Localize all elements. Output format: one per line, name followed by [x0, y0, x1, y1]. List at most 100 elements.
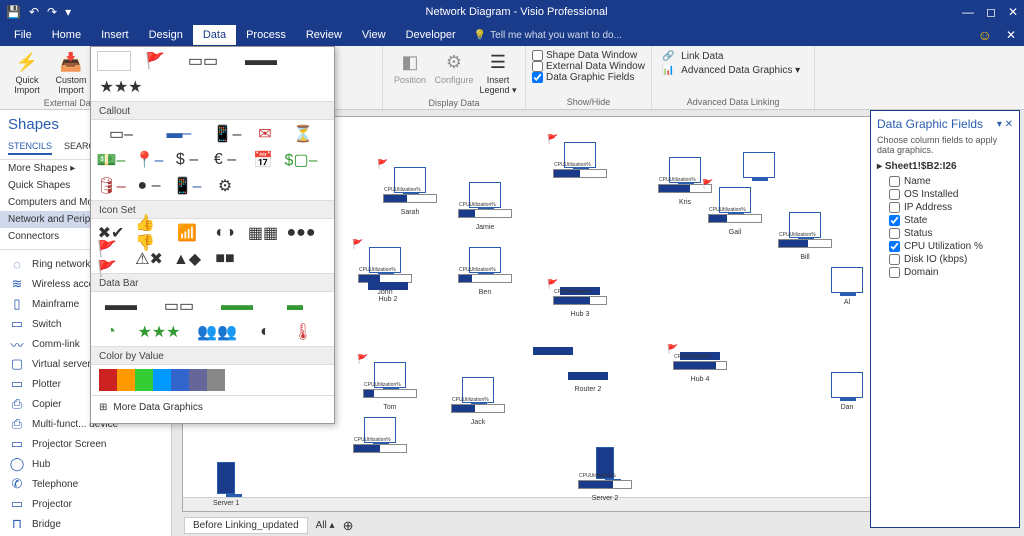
more-data-graphics[interactable]: ⊞More Data Graphics [91, 395, 334, 419]
dgf-field[interactable]: OS Installed [877, 188, 1013, 201]
gallery-item[interactable]: ● – [135, 176, 163, 196]
save-icon[interactable]: 💾 [6, 5, 21, 19]
custom-import-button[interactable]: 📥Custom Import [50, 48, 92, 96]
maximize-icon[interactable]: ◻ [986, 5, 996, 19]
gallery-item[interactable]: ★★★ [135, 322, 183, 342]
check-shape-data[interactable]: Shape Data Window [532, 50, 645, 61]
redo-icon[interactable]: ↷ [47, 5, 57, 19]
gallery-item[interactable]: ★★★ [97, 77, 145, 97]
shape-item[interactable]: ▭Projector [0, 494, 171, 514]
network-node[interactable]: CPUUtilization%Jamie [458, 182, 512, 231]
gallery-item[interactable]: $ – [173, 150, 201, 170]
ribbon-close-icon[interactable]: ✕ [1006, 28, 1016, 42]
gallery-item[interactable]: 📅 [249, 150, 277, 170]
gallery-item[interactable]: ⚠✖ [135, 249, 163, 269]
position-button[interactable]: ◧Position [389, 48, 431, 86]
gallery-item[interactable]: ▦▦ [249, 223, 277, 243]
gallery-item[interactable]: ⚙ [211, 176, 239, 196]
gallery-item[interactable]: 📍– [135, 150, 163, 170]
gallery-item[interactable]: 📱– [173, 176, 201, 196]
gallery-item[interactable]: ▬▬ [237, 51, 285, 71]
shape-item[interactable]: ✆Telephone [0, 474, 171, 494]
gallery-item[interactable]: ⏳ [289, 124, 317, 144]
tab-home[interactable]: Home [42, 25, 91, 45]
gallery-item[interactable]: ●●● [287, 223, 315, 243]
network-node[interactable]: CPUUtilization%Jack [451, 377, 505, 426]
panel-close-icon[interactable]: ▾ ✕ [997, 119, 1013, 130]
gallery-item[interactable]: 👍👎 [135, 223, 163, 243]
gallery-item[interactable]: ✉ [251, 124, 279, 144]
gallery-item[interactable]: ◔ [97, 322, 125, 342]
network-node[interactable]: Dan [831, 372, 863, 411]
gallery-item[interactable]: € – [211, 150, 239, 170]
gallery-item[interactable]: ▭– [97, 124, 145, 144]
network-node[interactable]: Server 1 [213, 462, 239, 507]
gallery-item[interactable]: 🚩 [141, 51, 169, 71]
check-data-graphic-fields[interactable]: Data Graphic Fields [532, 72, 645, 83]
color-swatch[interactable] [189, 369, 207, 391]
gallery-item[interactable]: ▲◆ [173, 249, 201, 269]
gallery-item[interactable] [97, 51, 131, 71]
page-all[interactable]: All ▴ [316, 520, 335, 531]
gallery-item[interactable]: $▢– [287, 150, 315, 170]
color-swatch[interactable] [171, 369, 189, 391]
gallery-item[interactable]: ◐ [251, 322, 279, 342]
undo-icon[interactable]: ↶ [29, 5, 39, 19]
gallery-item[interactable]: ▬▬ [97, 296, 145, 316]
color-swatch[interactable] [135, 369, 153, 391]
network-node[interactable]: CPUUtilization%Bill [778, 212, 832, 261]
color-swatch[interactable] [207, 369, 225, 391]
tab-data[interactable]: Data [193, 25, 236, 45]
network-node[interactable]: 🚩CPUUtilization%Hub 3 [553, 287, 607, 318]
network-node[interactable]: 🚩CPUUtilization%Gail [708, 187, 762, 236]
network-node[interactable] [533, 347, 573, 361]
network-node[interactable]: Al [831, 267, 863, 306]
tab-review[interactable]: Review [296, 25, 352, 45]
tab-stencils[interactable]: STENCILS [8, 141, 52, 155]
gallery-item[interactable]: ▬ [271, 296, 319, 316]
dgf-field[interactable]: Status [877, 227, 1013, 240]
gallery-item[interactable]: ▭▭ [155, 296, 203, 316]
gallery-item[interactable]: ▬▬ [213, 296, 261, 316]
network-node[interactable]: 🚩CPUUtilization%Tom [363, 362, 417, 411]
gallery-item[interactable]: ▭▭ [179, 51, 227, 71]
gallery-item[interactable]: 🛢– [97, 176, 125, 196]
shape-item[interactable]: ⊓Bridge [0, 514, 171, 534]
dgf-field[interactable]: Name [877, 175, 1013, 188]
tell-me[interactable]: 💡Tell me what you want to do... [474, 30, 622, 41]
gallery-item[interactable]: 📱– [213, 124, 241, 144]
insert-legend-button[interactable]: ☰Insert Legend ▾ [477, 48, 519, 96]
page-tab[interactable]: Before Linking_updated [184, 517, 308, 534]
feedback-icon[interactable]: ☺ [978, 27, 992, 43]
shape-item[interactable]: ▭Projector Screen [0, 434, 171, 454]
configure-button[interactable]: ⚙Configure [433, 48, 475, 86]
dgf-field[interactable]: Disk IO (kbps) [877, 253, 1013, 266]
network-node[interactable] [743, 152, 775, 184]
network-node[interactable]: Router 2 [568, 372, 608, 393]
gallery-item[interactable]: 🚩🚩 [97, 249, 125, 269]
network-node[interactable]: 🚩CPUUtilization%Sarah [383, 167, 437, 216]
tab-developer[interactable]: Developer [396, 25, 466, 45]
dgf-field[interactable]: CPU Utilization % [877, 240, 1013, 253]
gallery-item[interactable]: 💵– [97, 150, 125, 170]
dgf-field[interactable]: IP Address [877, 201, 1013, 214]
shape-item[interactable]: ◯Hub [0, 454, 171, 474]
minimize-icon[interactable]: — [962, 5, 974, 19]
color-swatch[interactable] [99, 369, 117, 391]
link-data-button[interactable]: 🔗 Link Data [658, 50, 808, 63]
color-swatch[interactable] [117, 369, 135, 391]
gallery-item[interactable]: 📶 [173, 223, 201, 243]
dgf-field[interactable]: State [877, 214, 1013, 227]
network-node[interactable]: CPUUtilization% [353, 417, 407, 459]
dgf-root[interactable]: ▸ Sheet1!$B2:I26 [877, 161, 1013, 172]
tab-insert[interactable]: Insert [91, 25, 139, 45]
advanced-graphics-button[interactable]: 📊 Advanced Data Graphics ▾ [658, 64, 808, 77]
gallery-item[interactable]: ■■ [211, 249, 239, 269]
check-external-data[interactable]: External Data Window [532, 61, 645, 72]
add-page-icon[interactable]: ⊕ [343, 518, 354, 534]
network-node[interactable]: CPUUtilization%Server 2 [578, 447, 632, 502]
close-icon[interactable]: ✕ [1008, 5, 1018, 19]
network-node[interactable]: 🚩CPUUtilization% [553, 142, 607, 184]
gallery-item[interactable]: 🌡 [289, 322, 317, 342]
tab-view[interactable]: View [352, 25, 396, 45]
